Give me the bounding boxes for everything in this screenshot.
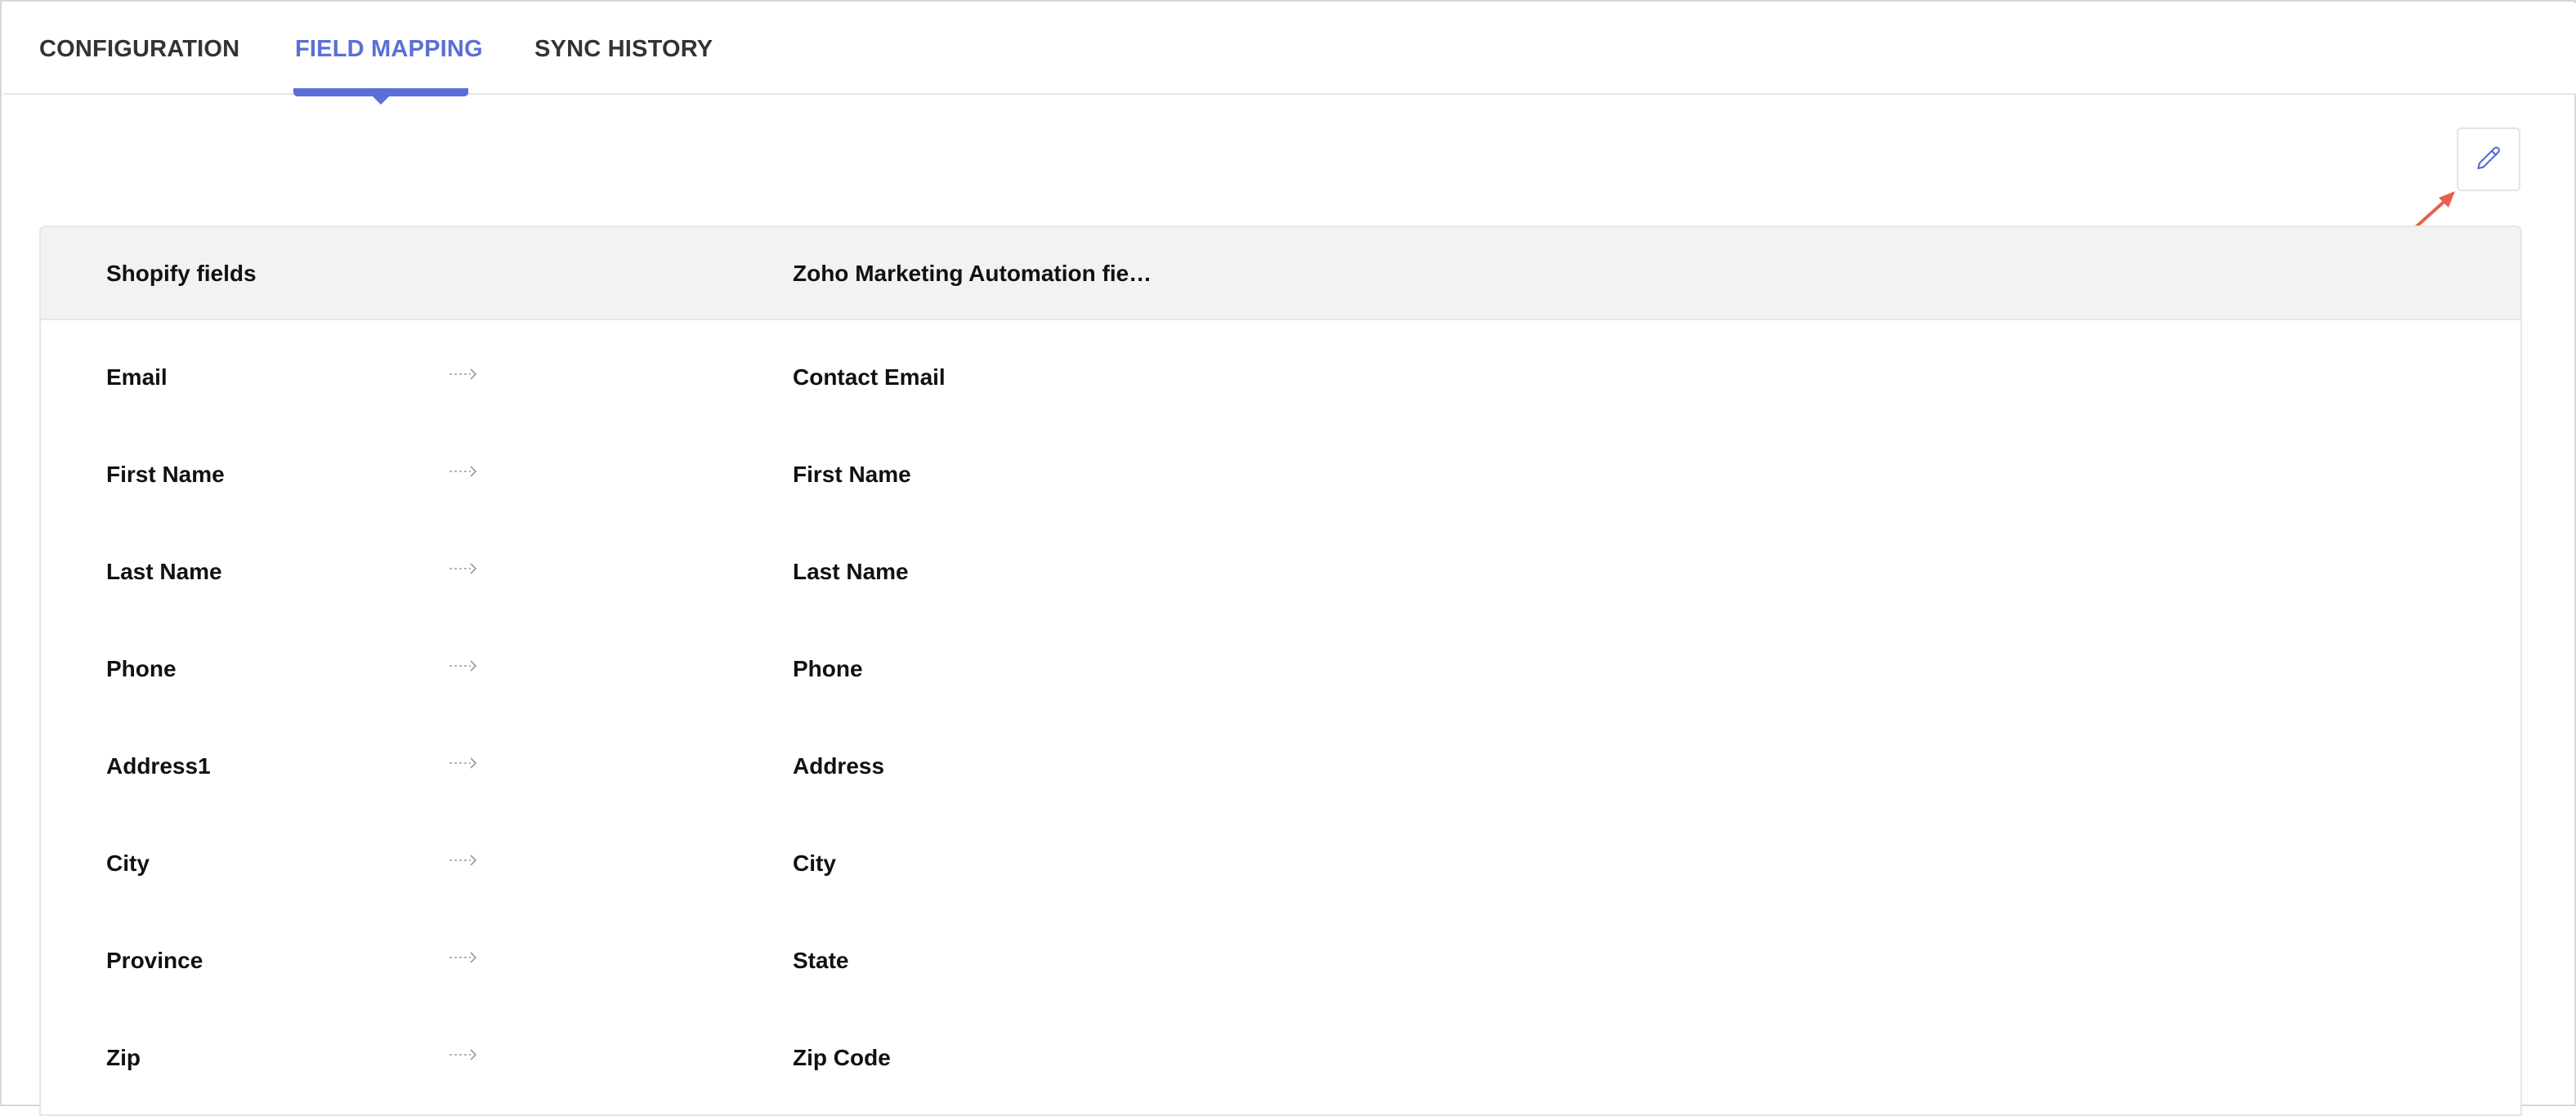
target-field: City — [793, 850, 836, 876]
mapping-arrow-icon — [449, 466, 477, 477]
mapping-arrow-icon — [449, 660, 477, 672]
tab-field-mapping[interactable]: FIELD MAPPING — [295, 3, 483, 95]
mapping-arrow-icon — [449, 368, 477, 380]
pencil-icon — [2473, 144, 2504, 175]
source-field: Zip — [106, 1044, 141, 1070]
source-field: Last Name — [106, 558, 222, 584]
tab-bar: CONFIGURATION FIELD MAPPING SYNC HISTORY — [3, 3, 2576, 95]
edit-mapping-button[interactable] — [2457, 127, 2520, 191]
mapping-arrow-icon — [449, 1049, 477, 1060]
target-field: First Name — [793, 461, 911, 487]
table-row: Zip Zip Code — [41, 1009, 2520, 1106]
source-field: City — [106, 850, 150, 876]
header-zoho-fields: Zoho Marketing Automation fie… — [793, 261, 1152, 286]
target-field: Last Name — [793, 558, 909, 584]
active-tab-caret — [371, 95, 391, 105]
source-field: Email — [106, 364, 168, 390]
target-field: Phone — [793, 655, 863, 681]
table-row: First Name First Name — [41, 426, 2520, 523]
mapping-arrow-icon — [449, 757, 477, 769]
table-row: City City — [41, 815, 2520, 912]
header-shopify-fields: Shopify fields — [106, 261, 257, 286]
table-row: Address1 Address — [41, 717, 2520, 815]
source-field: Address1 — [106, 752, 211, 779]
table-row: Phone Phone — [41, 620, 2520, 717]
table-row: Last Name Last Name — [41, 523, 2520, 620]
target-field: Contact Email — [793, 364, 946, 390]
mapping-arrow-icon — [449, 855, 477, 866]
table-row: Email Contact Email — [41, 328, 2520, 426]
target-field: Zip Code — [793, 1044, 891, 1070]
table-row: Province State — [41, 912, 2520, 1009]
field-mapping-table: Shopify fields Zoho Marketing Automation… — [39, 225, 2522, 1116]
target-field: Address — [793, 752, 885, 779]
table-header: Shopify fields Zoho Marketing Automation… — [41, 227, 2520, 320]
source-field: First Name — [106, 461, 225, 487]
source-field: Province — [106, 947, 203, 973]
target-field: State — [793, 947, 849, 973]
mapping-arrow-icon — [449, 952, 477, 963]
tab-sync-history[interactable]: SYNC HISTORY — [534, 3, 713, 95]
app-window: CONFIGURATION FIELD MAPPING SYNC HISTORY… — [0, 0, 2576, 1116]
mapping-arrow-icon — [449, 563, 477, 574]
tab-configuration[interactable]: CONFIGURATION — [39, 3, 239, 95]
source-field: Phone — [106, 655, 177, 681]
